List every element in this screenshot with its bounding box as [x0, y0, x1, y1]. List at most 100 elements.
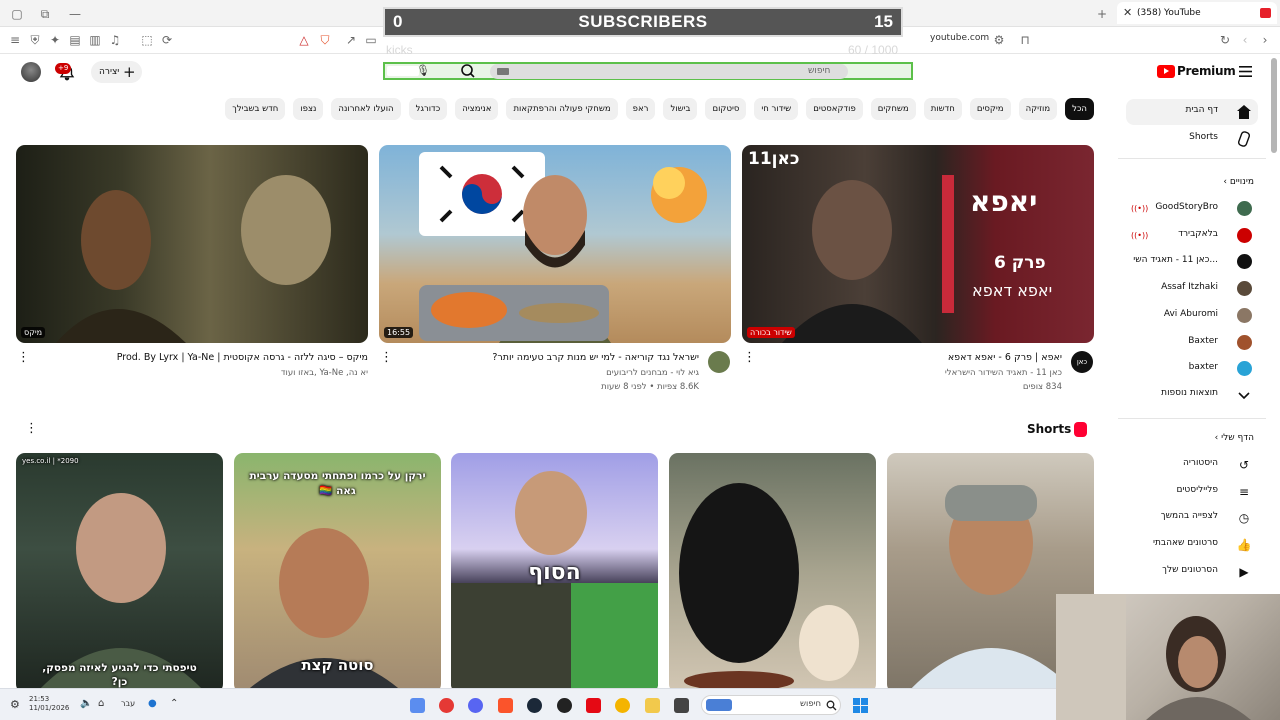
filter-chip[interactable]: שידור חי: [754, 98, 799, 120]
filter-chip[interactable]: בישול: [663, 98, 698, 120]
new-tab-icon[interactable]: +: [1093, 5, 1111, 23]
short-card[interactable]: [669, 453, 876, 693]
brave-icon[interactable]: [498, 698, 513, 713]
filter-chip[interactable]: מיקסים: [969, 98, 1011, 120]
video-more-options-icon[interactable]: [743, 350, 756, 365]
sidebar-item-shorts[interactable]: Shorts: [1126, 126, 1258, 152]
volume-icon[interactable]: 🔈: [80, 698, 92, 709]
reader-icon[interactable]: ▤: [66, 31, 84, 49]
minimize-icon[interactable]: —: [66, 5, 84, 23]
sidebar-subscription[interactable]: Avi Aburomi: [1126, 303, 1258, 329]
steam-icon[interactable]: [527, 698, 542, 713]
capture-icon[interactable]: ⬚: [138, 31, 156, 49]
filter-chip[interactable]: מוזיקה: [1018, 98, 1058, 120]
sidebar-subscription[interactable]: Baxter: [1126, 330, 1258, 356]
channel-avatar[interactable]: כאן: [1071, 351, 1093, 373]
user-avatar[interactable]: [21, 62, 41, 82]
filter-chip[interactable]: כדורגל: [408, 98, 448, 120]
video-title[interactable]: מיקס – סיגה ללזה - גרסה אקוסטית | Prod. …: [117, 352, 368, 363]
sidebar-subscription[interactable]: כאן 11 - תאגיד השי...: [1126, 249, 1258, 275]
filter-chip[interactable]: סיטקום: [705, 98, 747, 120]
terminal-icon[interactable]: [674, 698, 689, 713]
filter-chip[interactable]: אנימציה: [455, 98, 499, 120]
search-icon[interactable]: [458, 63, 478, 79]
tray-chevron-icon[interactable]: ⌃: [170, 698, 178, 709]
mic-tray-icon[interactable]: ●: [148, 698, 157, 709]
paint-icon[interactable]: [615, 698, 630, 713]
video-channel[interactable]: גיא לוי - מבחנים לריבועים: [606, 368, 699, 378]
network-icon[interactable]: ⌂: [98, 698, 104, 709]
filter-chip[interactable]: משחקים: [870, 98, 916, 120]
shield-icon[interactable]: ⛨: [26, 31, 44, 49]
sidebar-toggle-icon[interactable]: ▢: [8, 5, 26, 23]
filter-chip[interactable]: הועלו לאחרונה: [331, 98, 401, 120]
menu-icon[interactable]: ≡: [6, 31, 24, 49]
windows-start-icon[interactable]: [853, 698, 868, 713]
show-more-subscriptions[interactable]: תוצאות נוספות: [1126, 382, 1258, 408]
filter-chip[interactable]: נצפו: [293, 98, 324, 120]
video-title[interactable]: יאפא | פרק 6 - יאפא דאפא: [948, 352, 1062, 363]
sidebar-you-item[interactable]: ↺ היסטוריה: [1126, 452, 1258, 478]
chatgpt-icon[interactable]: [557, 698, 572, 713]
tab-overview-icon[interactable]: ⧉: [36, 5, 54, 23]
screen-icon[interactable]: ▭: [362, 31, 380, 49]
channel-avatar[interactable]: [708, 351, 730, 373]
back-icon[interactable]: ‹: [1236, 31, 1254, 49]
short-card[interactable]: ירקן על כרמו ופתחתי מסעדה ערבית גאה 🏳️‍🌈…: [234, 453, 441, 693]
discord-icon[interactable]: [468, 698, 483, 713]
video-thumbnail[interactable]: מיקס: [16, 145, 368, 343]
video-thumbnail[interactable]: כאן11 יאפא פרק 6 יאפא דאפא שידור בכורה: [742, 145, 1094, 343]
filter-chip[interactable]: חדש בשבילך: [225, 98, 286, 120]
url-text[interactable]: youtube.com: [930, 33, 989, 43]
brave-shield-icon[interactable]: ⛉: [316, 31, 334, 49]
music-icon[interactable]: ♫: [106, 31, 124, 49]
subscriptions-heading[interactable]: מינויים ›: [1223, 177, 1254, 187]
sidebar-subscription[interactable]: Assaf Itzhaki: [1126, 276, 1258, 302]
netflix-icon[interactable]: [586, 698, 601, 713]
shorts-more-options-icon[interactable]: [25, 421, 38, 436]
filter-chip[interactable]: הכל: [1065, 98, 1094, 120]
sidebar-subscription[interactable]: baxter: [1126, 356, 1258, 382]
filter-chip[interactable]: משחקי פעולה והרפתקאות: [506, 98, 618, 120]
share-icon[interactable]: ↗: [342, 31, 360, 49]
create-button[interactable]: יצירה +: [91, 61, 142, 83]
sidebar-you-item[interactable]: 👍 סרטונים שאהבתי: [1126, 532, 1258, 558]
sidebar-subscription[interactable]: בלאקבירד ((•)): [1126, 223, 1258, 249]
filter-chip[interactable]: ראפ: [625, 98, 656, 120]
reload-icon[interactable]: ↻: [1216, 31, 1234, 49]
sidebar-item-home[interactable]: דף הבית: [1126, 99, 1258, 125]
sidebar-you-item[interactable]: ▶ הסרטונים שלך: [1126, 559, 1258, 585]
page-scrollbar[interactable]: [1271, 58, 1277, 153]
keyboard-icon[interactable]: [497, 68, 509, 75]
sidebar-you-item[interactable]: ◷ לצפייה בהמשך: [1126, 505, 1258, 531]
file-explorer-icon[interactable]: [645, 698, 660, 713]
bookmark-icon[interactable]: ⊓: [1016, 31, 1034, 49]
short-card[interactable]: הסוף: [451, 453, 658, 693]
video-channel[interactable]: יא נה, Ya-Ne ,באזו ועוד: [281, 368, 368, 378]
panel-icon[interactable]: ▥: [86, 31, 104, 49]
filter-chip[interactable]: חדשות: [923, 98, 962, 120]
sidebar-you-item[interactable]: ≡ פלייליסטים: [1126, 479, 1258, 505]
video-channel[interactable]: כאן 11 - תאגיד השידור הישראלי: [945, 368, 1062, 378]
forward-icon[interactable]: ›: [1256, 31, 1274, 49]
hamburger-menu-icon[interactable]: [1239, 66, 1252, 77]
clock[interactable]: 21:53 11/01/2026: [29, 695, 69, 713]
warning-icon[interactable]: △: [295, 31, 313, 49]
video-title[interactable]: ישראל נגד קוריאה - למי יש מנות קרב טעימה…: [492, 352, 699, 363]
sidebar-subscription[interactable]: GoodStoryBro ((•)): [1126, 196, 1258, 222]
settings-gear-icon[interactable]: ⚙: [10, 698, 20, 711]
you-heading[interactable]: הדף שלי ›: [1215, 433, 1254, 443]
short-card[interactable]: 2090* | yes.co.il טיפסתי כדי להגיע לאיזה…: [16, 453, 223, 693]
tab-youtube[interactable]: ✕ (358) YouTube: [1117, 2, 1277, 24]
video-more-options-icon[interactable]: [380, 350, 393, 365]
microphone-icon[interactable]: 🎙: [416, 64, 430, 77]
language-indicator[interactable]: עבר: [121, 699, 135, 708]
search-input[interactable]: [490, 64, 848, 79]
site-settings-icon[interactable]: ⚙: [990, 31, 1008, 49]
app-icon[interactable]: [410, 698, 425, 713]
media-player-icon[interactable]: [439, 698, 454, 713]
close-tab-icon[interactable]: ✕: [1123, 2, 1132, 24]
video-more-options-icon[interactable]: [17, 350, 30, 365]
video-thumbnail[interactable]: 16:55: [379, 145, 731, 343]
extension-icon[interactable]: ✦: [46, 31, 64, 49]
